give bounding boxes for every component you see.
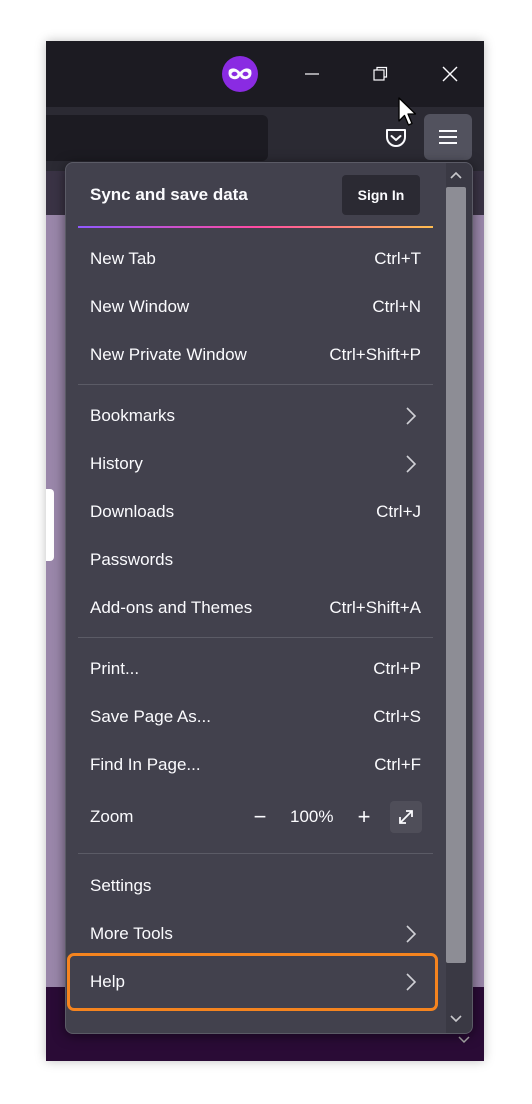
url-bar[interactable] (46, 115, 268, 161)
chevron-up-icon (450, 171, 462, 179)
fullscreen-button[interactable] (390, 801, 422, 833)
menu-item-passwords[interactable]: Passwords (78, 536, 433, 584)
zoom-reset-value[interactable]: 100% (290, 807, 333, 827)
chevron-right-icon (406, 407, 417, 425)
menu-scrollbar-thumb[interactable] (446, 187, 466, 963)
menu-item-addons-and-themes[interactable]: Add-ons and Themes Ctrl+Shift+A (78, 584, 433, 632)
restore-button[interactable] (360, 55, 400, 93)
zoom-out-button[interactable]: − (246, 803, 274, 831)
chevron-down-icon (450, 1015, 462, 1023)
page-scroll-down-icon[interactable] (458, 1033, 470, 1047)
hamburger-menu-icon (439, 130, 457, 144)
chevron-right-icon (406, 455, 417, 473)
zoom-label: Zoom (90, 807, 134, 826)
minimize-button[interactable] (292, 55, 332, 93)
restore-icon (373, 66, 388, 81)
menu-separator (78, 384, 433, 385)
menu-item-new-window[interactable]: New Window Ctrl+N (78, 283, 433, 331)
pocket-icon (386, 129, 406, 147)
sync-gradient-divider (78, 226, 433, 228)
open-application-menu-button[interactable] (424, 114, 472, 160)
private-browsing-mask-icon (222, 56, 258, 92)
menu-item-downloads[interactable]: Downloads Ctrl+J (78, 488, 433, 536)
menu-item-bookmarks[interactable]: Bookmarks (78, 392, 433, 440)
chevron-right-icon (406, 973, 417, 991)
menu-separator (78, 637, 433, 638)
application-menu-panel: Sync and save data Sign In New Tab Ctrl+… (65, 162, 473, 1034)
zoom-in-button[interactable]: + (350, 803, 378, 831)
close-button[interactable] (430, 55, 470, 93)
menu-item-settings[interactable]: Settings (78, 862, 433, 910)
sync-label: Sync and save data (90, 185, 248, 204)
scroll-down-arrow[interactable] (446, 1009, 466, 1029)
title-bar (46, 41, 484, 107)
minimize-icon (305, 73, 319, 75)
scroll-up-arrow[interactable] (446, 165, 466, 185)
menu-item-find-in-page[interactable]: Find In Page... Ctrl+F (78, 741, 433, 789)
menu-item-new-private-window[interactable]: New Private Window Ctrl+Shift+P (78, 331, 433, 379)
sync-section: Sync and save data Sign In (66, 163, 446, 227)
fullscreen-expand-icon (399, 810, 413, 824)
menu-item-more-tools[interactable]: More Tools (78, 910, 433, 958)
close-icon (442, 66, 458, 82)
menu-item-save-page-as[interactable]: Save Page As... Ctrl+S (78, 693, 433, 741)
menu-item-print[interactable]: Print... Ctrl+P (78, 645, 433, 693)
menu-item-help[interactable]: Help (67, 953, 438, 1011)
menu-separator (78, 853, 433, 854)
mouse-cursor-icon (398, 97, 417, 126)
menu-item-new-tab[interactable]: New Tab Ctrl+T (78, 235, 433, 283)
sign-in-button[interactable]: Sign In (342, 175, 420, 215)
zoom-controls: Zoom − 100% + (78, 793, 433, 841)
chevron-right-icon (406, 925, 417, 943)
menu-item-history[interactable]: History (78, 440, 433, 488)
